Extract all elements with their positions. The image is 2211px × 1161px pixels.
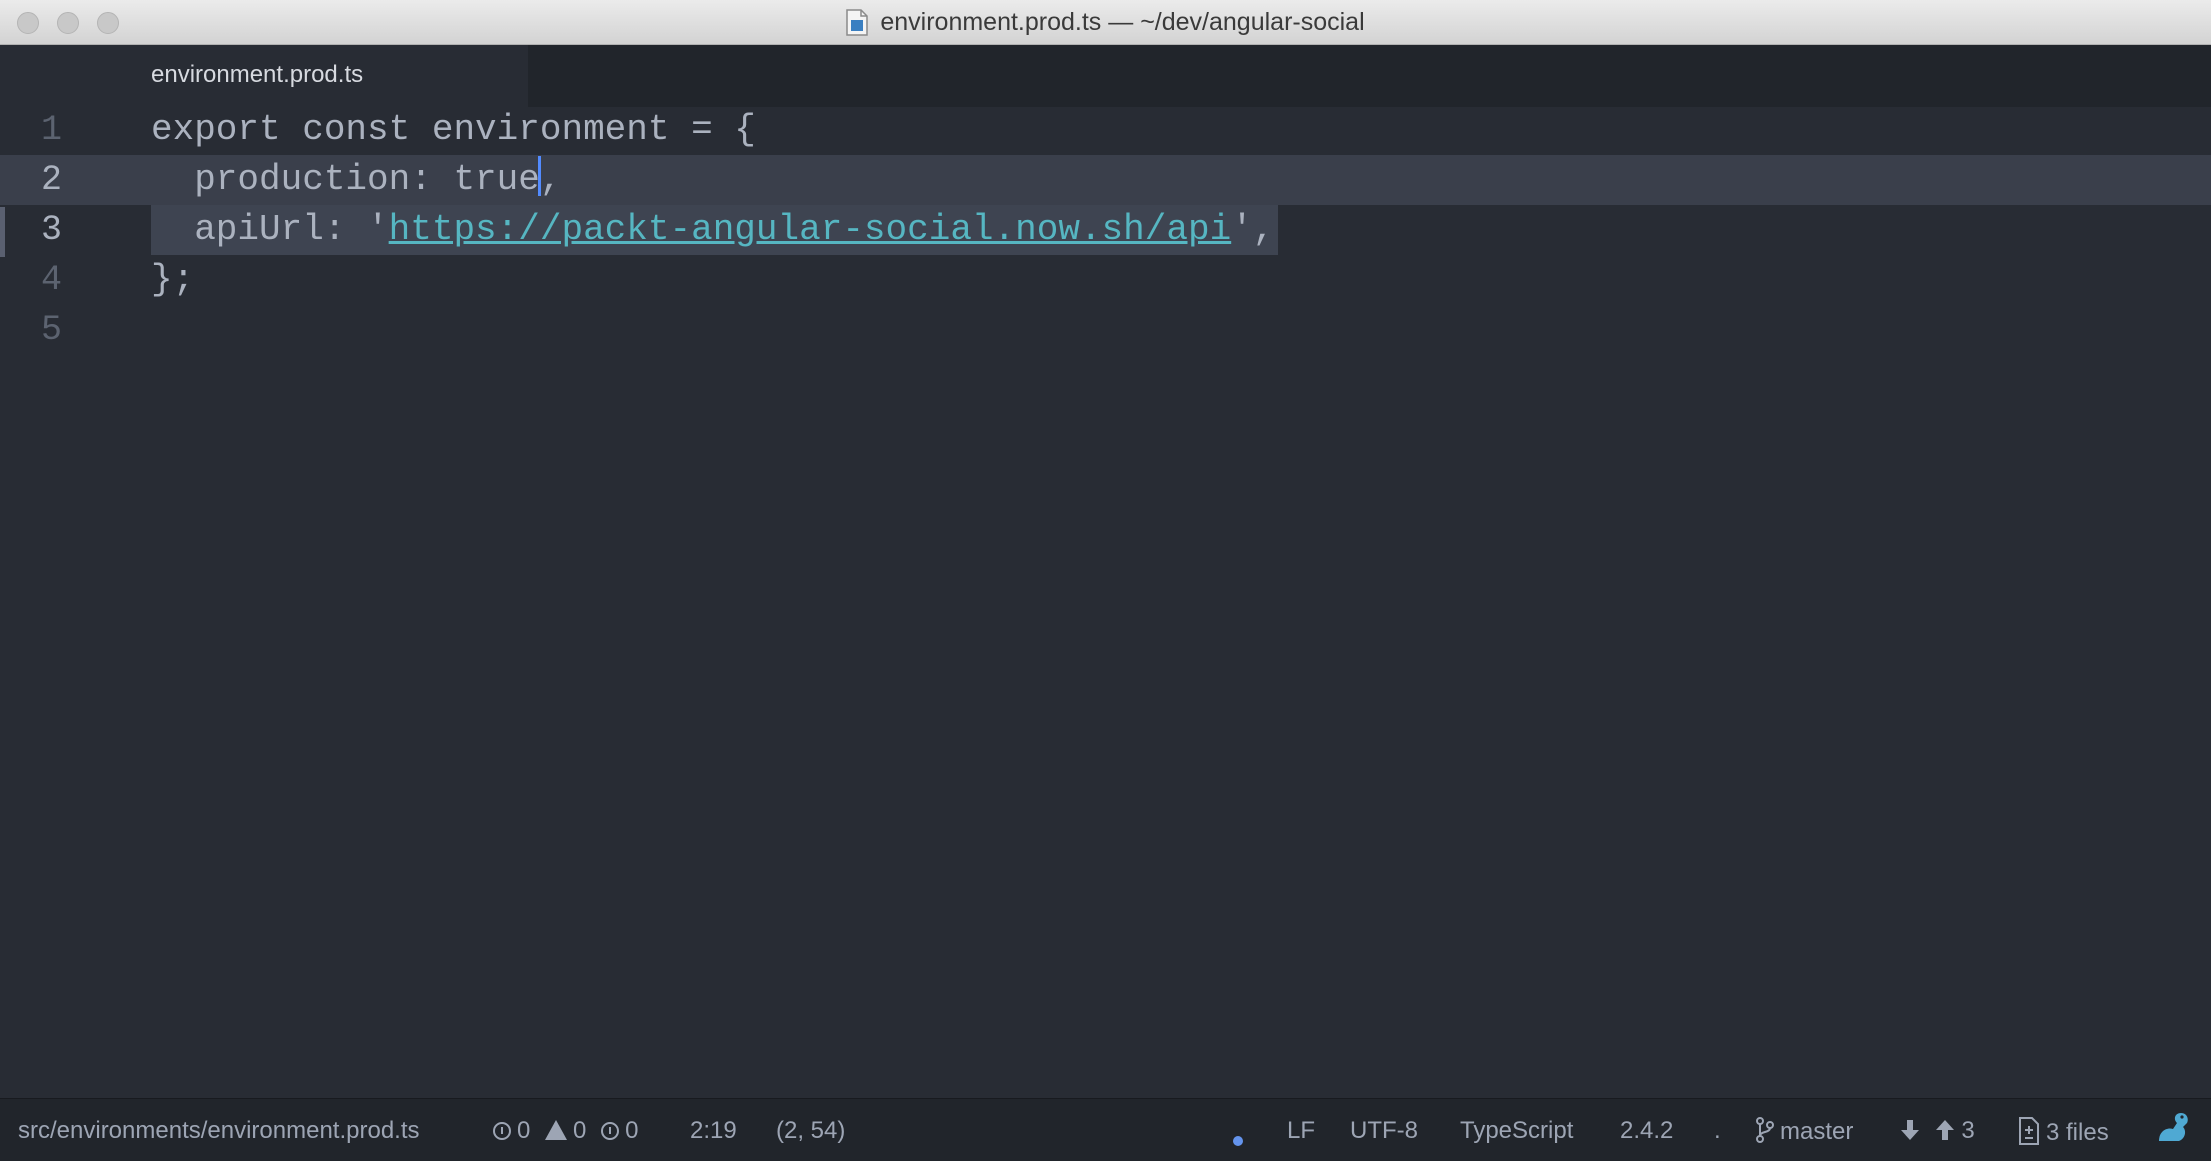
git-push-pull[interactable]: 3 (1900, 1117, 1975, 1145)
git-branch[interactable]: master (1756, 1117, 1853, 1146)
branch-icon (1756, 1117, 1774, 1143)
line-number[interactable]: 2 (0, 155, 62, 205)
tab-label: environment.prod.ts (151, 61, 364, 88)
code-text: , (539, 159, 562, 200)
code-line[interactable]: apiUrl: 'https://packt-angular-social.no… (151, 205, 1274, 255)
arrow-down-icon (1901, 1120, 1919, 1140)
line-number[interactable]: 1 (0, 105, 62, 155)
branch-name: master (1780, 1118, 1854, 1145)
line-number[interactable]: 3 (0, 205, 62, 255)
tab-bar: environment.prod.ts (0, 45, 2211, 107)
warning-icon (545, 1120, 568, 1140)
tab-environment-prod[interactable]: environment.prod.ts (0, 45, 528, 107)
selection-count[interactable]: (2, 54) (776, 1117, 845, 1145)
status-file-path[interactable]: src/environments/environment.prod.ts (18, 1117, 420, 1145)
squirrel-update-icon[interactable] (2155, 1111, 2191, 1152)
grammar-selector[interactable]: TypeScript (1460, 1117, 1573, 1145)
status-bar: src/environments/environment.prod.ts 0 0… (0, 1098, 2211, 1161)
code-text: }; (151, 259, 195, 300)
typescript-file-icon (846, 9, 869, 36)
code-text: apiUrl: ' (151, 209, 389, 250)
line-number[interactable]: 5 (0, 305, 62, 355)
code-line[interactable]: }; (151, 255, 194, 305)
info-icon (601, 1122, 620, 1140)
push-count: 3 (1961, 1117, 1975, 1144)
api-url-link[interactable]: https://packt-angular-social.now.sh/api (389, 209, 1232, 250)
warning-count: 0 (573, 1117, 587, 1144)
file-encoding[interactable]: UTF-8 (1350, 1117, 1418, 1145)
code-line[interactable]: production: true, (151, 155, 561, 205)
line-number[interactable]: 4 (0, 255, 62, 305)
git-changed-files[interactable]: 3 files (2018, 1117, 2109, 1147)
code-text: production: true (151, 159, 540, 200)
typescript-version[interactable]: 2.4.2 (1620, 1117, 1673, 1145)
line-ending[interactable]: LF (1287, 1117, 1315, 1145)
title-bar: environment.prod.ts — ~/dev/angular-soci… (0, 0, 2211, 45)
error-count: 0 (517, 1117, 531, 1144)
error-icon (493, 1122, 511, 1140)
info-count: 0 (625, 1117, 639, 1144)
arrow-up-icon (1935, 1120, 1954, 1140)
window-title-wrap: environment.prod.ts — ~/dev/angular-soci… (0, 0, 2211, 45)
window-title: environment.prod.ts — ~/dev/angular-soci… (880, 8, 1365, 36)
files-changed: 3 files (2046, 1119, 2109, 1146)
code-editor[interactable]: 1 2 3 4 5 export const environment = { p… (0, 107, 2211, 1098)
modified-dot-icon (1233, 1125, 1243, 1153)
cursor-position[interactable]: 2:19 (690, 1117, 737, 1145)
status-separator: . (1714, 1117, 1721, 1144)
code-line[interactable]: export const environment = { (151, 105, 756, 155)
code-text: ', (1231, 209, 1275, 250)
file-diff-icon (2019, 1117, 2039, 1145)
linter-status[interactable]: 0 0 0 (493, 1117, 638, 1145)
code-text: export const environment = { (151, 109, 756, 150)
